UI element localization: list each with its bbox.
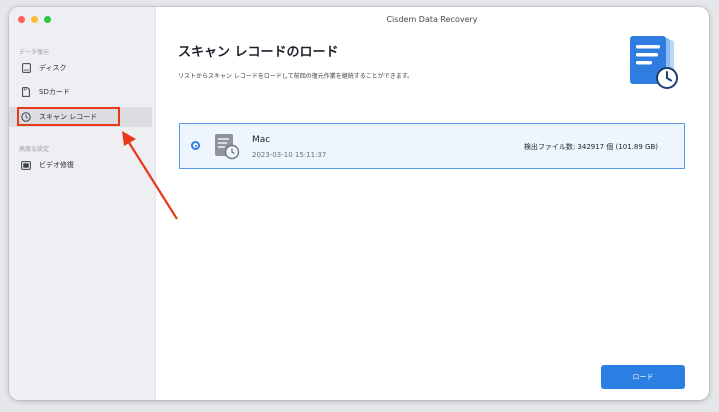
sidebar-section-advanced: 高度な設定 (19, 146, 50, 153)
sidebar: データ復元 ディスク SDカード スキャン レコード 高度な設定 ビデオ修復 (9, 7, 156, 400)
sidebar-item-sd-card[interactable]: SDカード (9, 82, 152, 102)
main-content: スキャン レコードのロード リストからスキャン レコードをロードして前回の復元作… (155, 7, 709, 400)
highlight-box (17, 107, 120, 126)
zoom-window-button[interactable] (44, 16, 51, 23)
record-date: 2023-03-10 15:11:37 (252, 151, 327, 159)
record-file-icon (213, 133, 240, 160)
page-subtitle: リストからスキャン レコードをロードして前回の復元作業を継続することができます。 (178, 73, 414, 80)
record-file-count: 検出ファイル数: 342917 個 (101.89 GB) (523, 143, 658, 151)
app-window: データ復元 ディスク SDカード スキャン レコード 高度な設定 ビデオ修復 C… (9, 7, 709, 400)
sidebar-section-data-recovery: データ復元 (19, 49, 50, 56)
scan-record-item[interactable]: Mac 2023-03-10 15:11:37 検出ファイル数: 342917 … (179, 123, 685, 169)
record-radio-button[interactable] (191, 141, 200, 150)
sidebar-item-label: ビデオ修復 (39, 161, 74, 169)
sidebar-item-video-repair[interactable]: ビデオ修復 (9, 155, 152, 175)
scan-record-illustration-icon (624, 36, 685, 91)
sidebar-item-label: SDカード (39, 88, 70, 96)
record-name: Mac (252, 135, 271, 145)
video-icon (21, 160, 31, 170)
window-controls (18, 16, 51, 23)
disk-icon (21, 63, 31, 73)
sidebar-item-disk[interactable]: ディスク (9, 58, 152, 78)
page-title: スキャン レコードのロード (178, 45, 339, 60)
close-window-button[interactable] (18, 16, 25, 23)
minimize-window-button[interactable] (31, 16, 38, 23)
load-button[interactable]: ロード (601, 365, 685, 389)
sd-card-icon (21, 87, 31, 97)
sidebar-item-label: ディスク (39, 64, 67, 72)
